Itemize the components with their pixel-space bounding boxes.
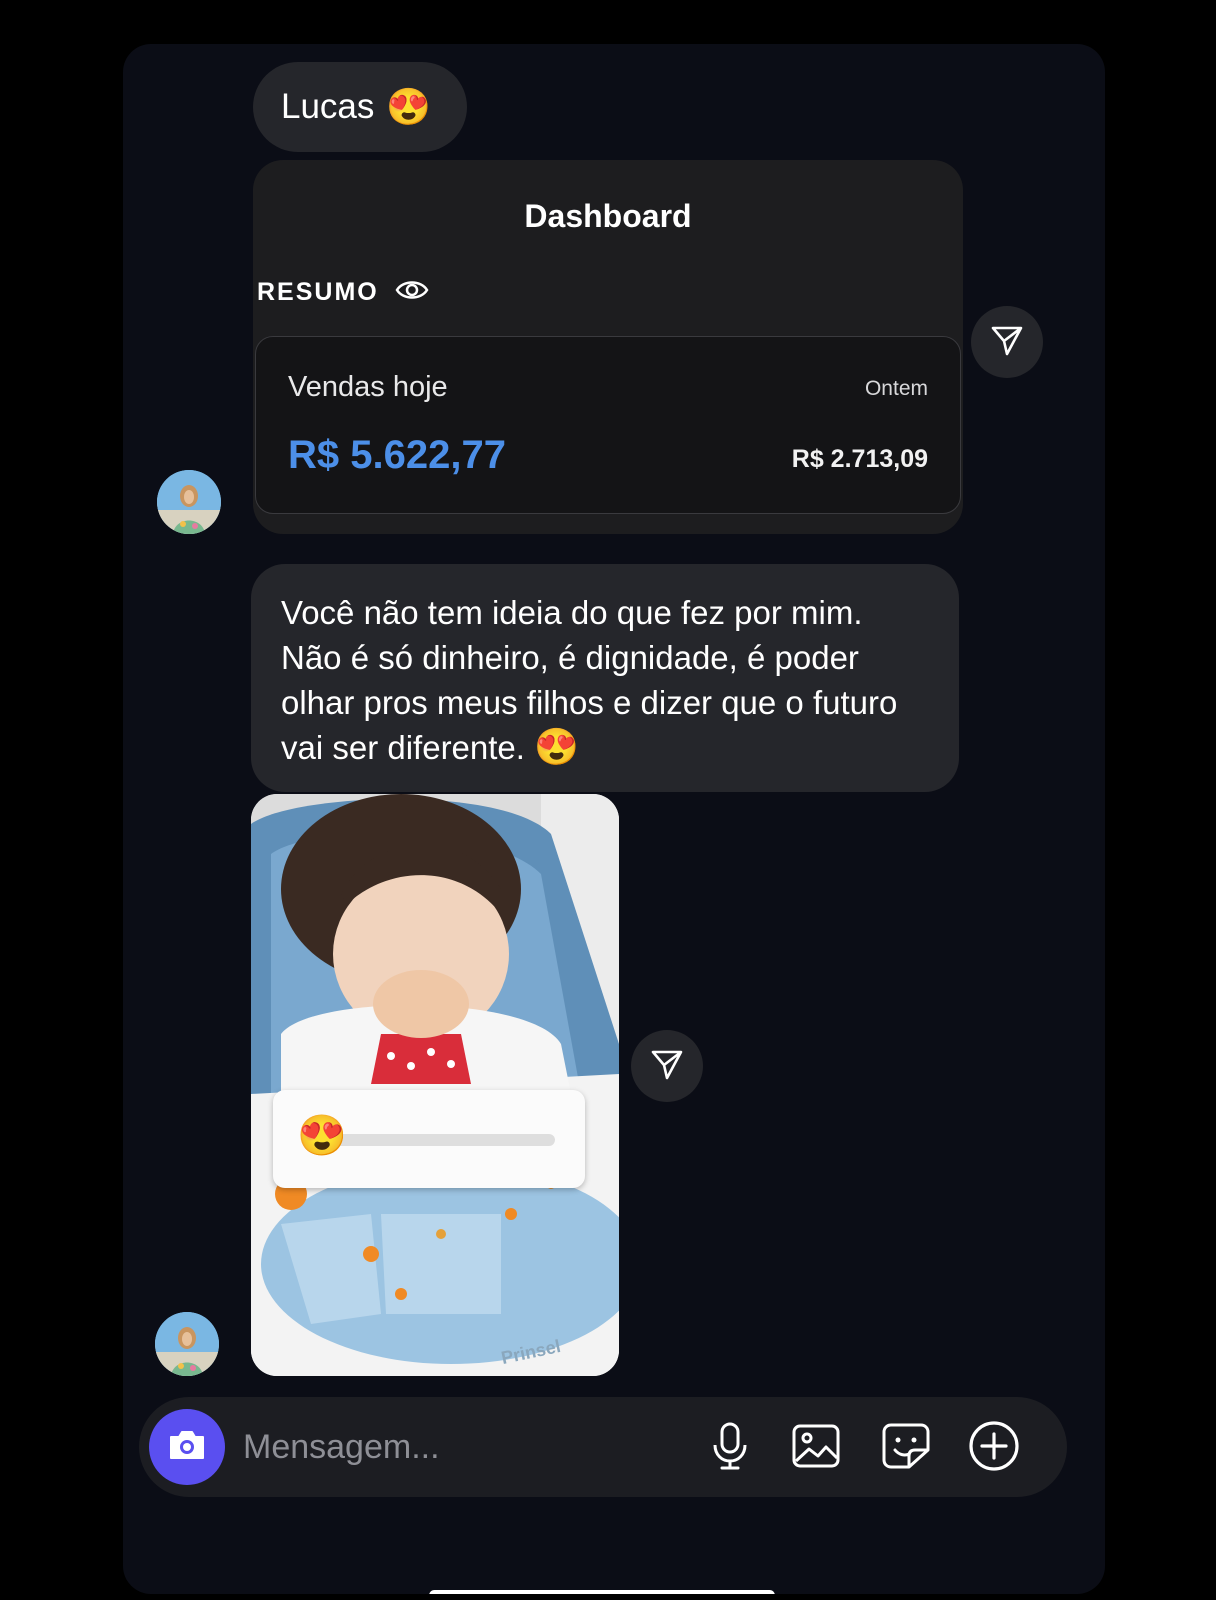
chat-screen: Lucas 😍 Dashboard RESUMO Vendas hoje Ont… xyxy=(123,44,1105,1594)
dashboard-screenshot-message[interactable]: Dashboard RESUMO Vendas hoje Ontem R$ 5.… xyxy=(253,160,963,534)
message-input[interactable] xyxy=(243,1419,663,1475)
message-bubble-text[interactable]: Você não tem ideia do que fez por mim. N… xyxy=(251,564,959,792)
sticker-button[interactable] xyxy=(879,1421,933,1475)
message-text: Lucas xyxy=(281,87,375,126)
gallery-button[interactable] xyxy=(789,1421,843,1475)
message-bubble-lucas[interactable]: Lucas 😍 xyxy=(253,62,467,152)
dashboard-title: Dashboard xyxy=(524,198,692,234)
message-text: Você não tem ideia do que fez por mim. N… xyxy=(281,594,898,766)
eye-icon xyxy=(395,278,429,307)
resumo-header: RESUMO xyxy=(257,278,429,307)
microphone-button[interactable] xyxy=(703,1421,757,1475)
emoji-slider-sticker[interactable]: 😍 xyxy=(273,1090,585,1188)
heart-eyes-emoji[interactable]: 😍 xyxy=(297,1116,347,1156)
sales-today-value: R$ 5.622,77 xyxy=(288,433,506,477)
heart-eyes-emoji: 😍 xyxy=(386,86,432,127)
yesterday-label: Ontem xyxy=(864,377,928,400)
story-reply-photo[interactable]: Prinsel xyxy=(251,794,619,1376)
avatar[interactable] xyxy=(155,1312,219,1376)
camera-button[interactable] xyxy=(149,1409,225,1485)
resumo-label: RESUMO xyxy=(257,278,379,306)
sales-today-label: Vendas hoje xyxy=(288,371,448,403)
camera-icon xyxy=(167,1428,207,1467)
more-button[interactable] xyxy=(967,1420,1021,1477)
paper-plane-icon xyxy=(650,1047,684,1086)
sticker-icon xyxy=(881,1422,931,1475)
avatar[interactable] xyxy=(157,470,221,534)
baby-eating-photo xyxy=(251,794,619,1376)
paper-plane-icon xyxy=(990,323,1024,362)
image-icon xyxy=(791,1423,841,1474)
microphone-icon xyxy=(710,1421,750,1476)
emoji-slider-track[interactable] xyxy=(319,1134,555,1146)
yesterday-value: R$ 2.713,09 xyxy=(791,445,928,473)
home-indicator[interactable] xyxy=(429,1590,775,1594)
message-composer xyxy=(139,1397,1067,1497)
sales-summary-card: Vendas hoje Ontem R$ 5.622,77 R$ 2.713,0… xyxy=(255,336,961,514)
share-button[interactable] xyxy=(971,306,1043,378)
share-button[interactable] xyxy=(631,1030,703,1102)
plus-circle-icon xyxy=(968,1420,1020,1477)
heart-eyes-emoji: 😍 xyxy=(534,726,579,767)
